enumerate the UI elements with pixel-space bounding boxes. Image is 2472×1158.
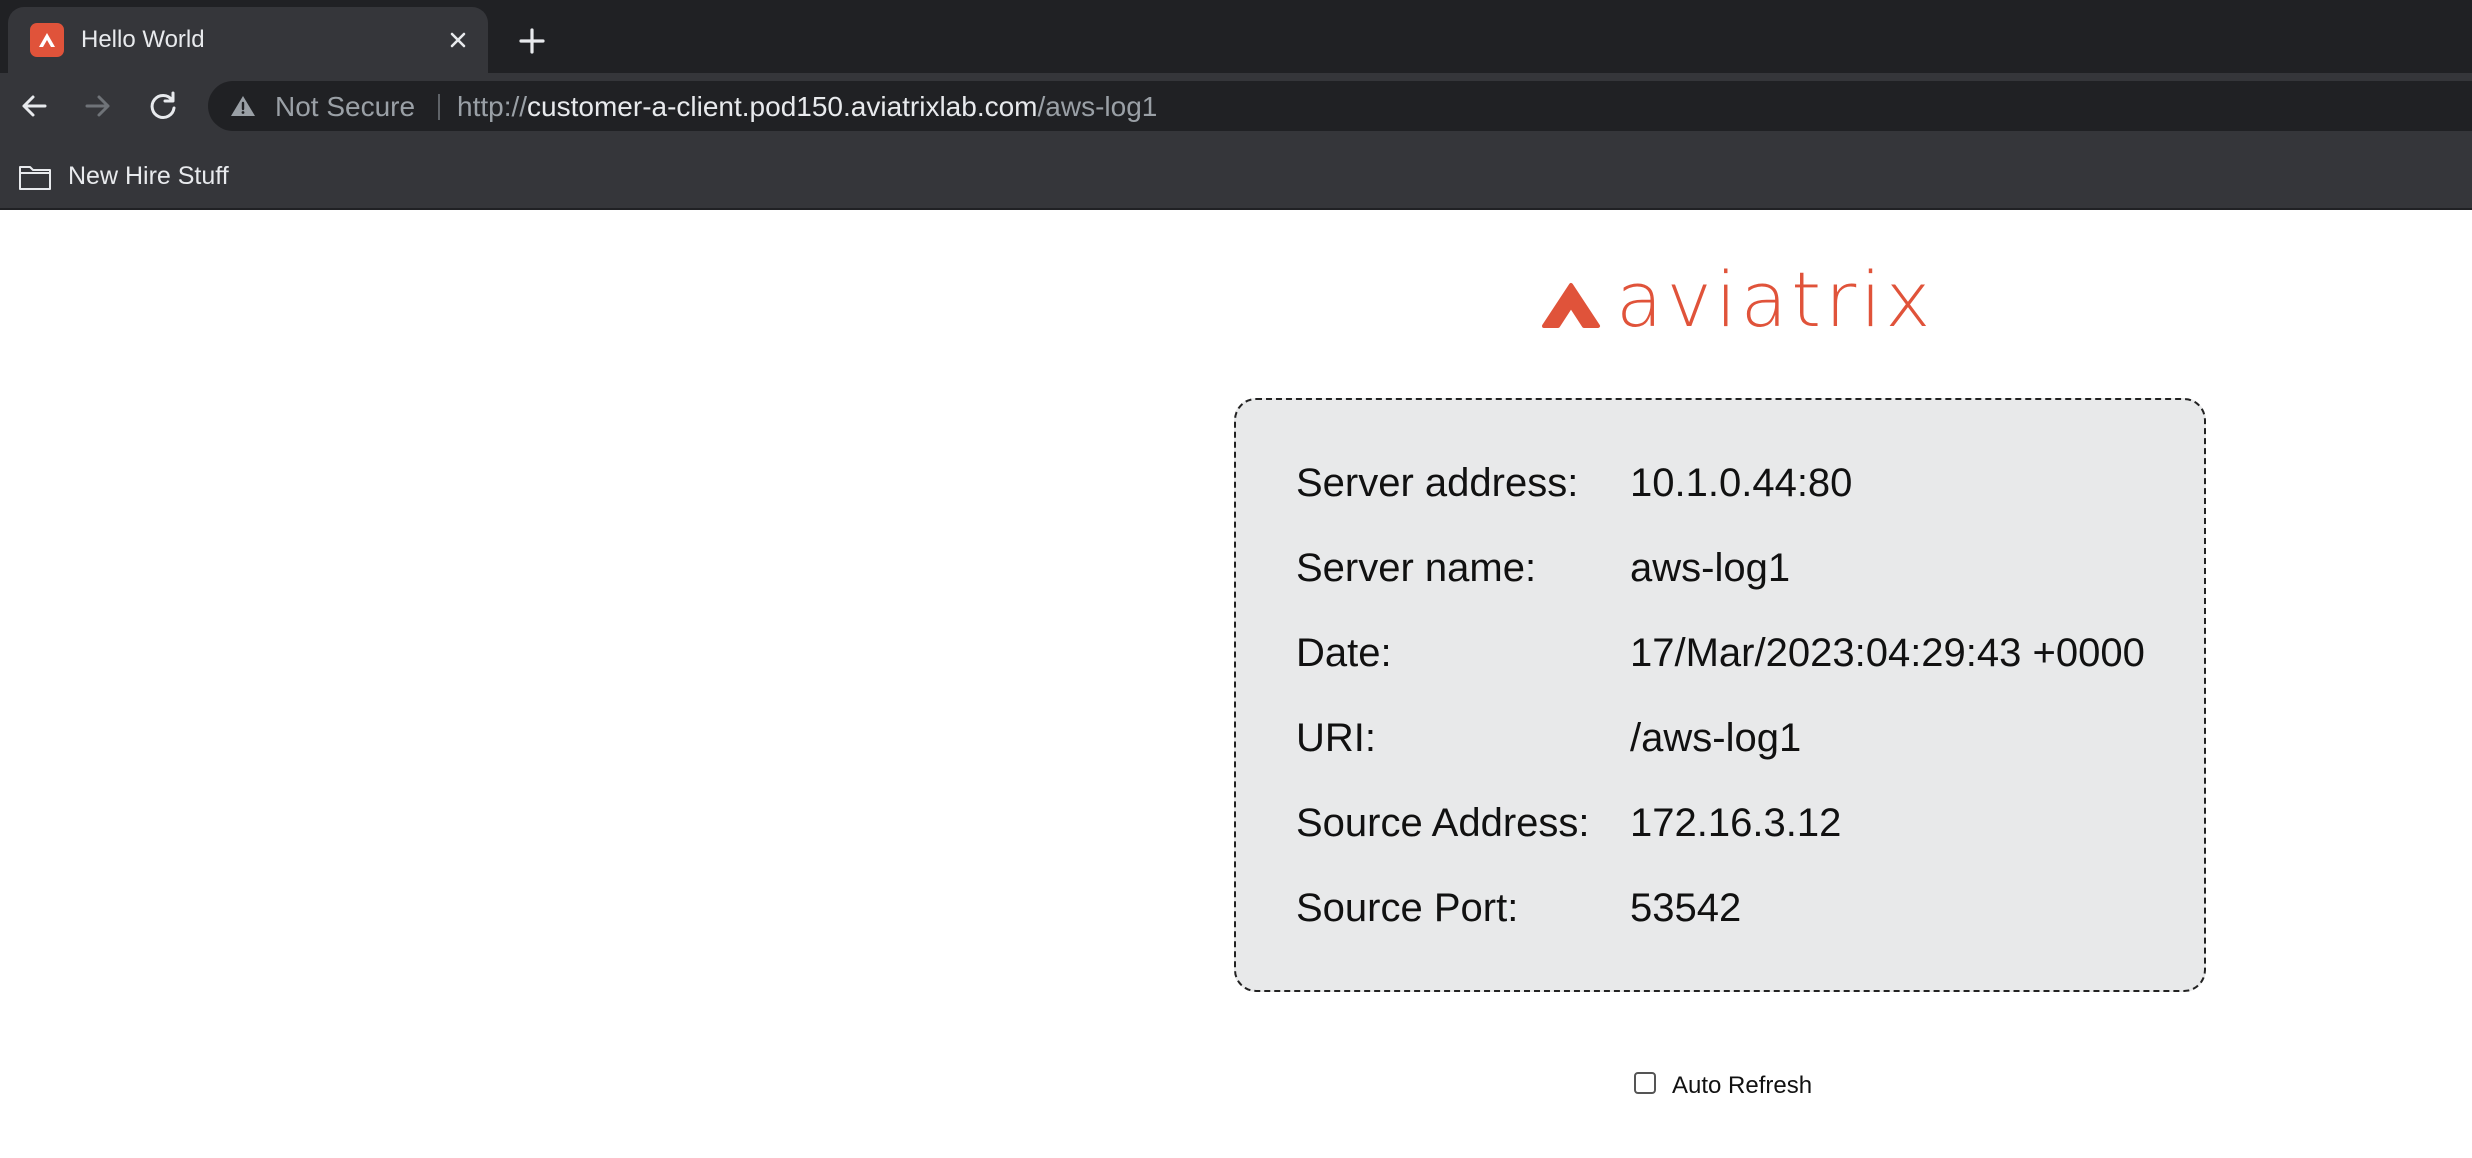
aviatrix-logo-mark-icon xyxy=(1540,282,1602,328)
logo-text: aviatrix xyxy=(1616,255,1935,344)
url-scheme: http:// xyxy=(457,91,528,122)
info-label: Date: xyxy=(1296,631,1392,675)
info-label: Server name: xyxy=(1296,546,1537,590)
url-path: /aws-log1 xyxy=(1037,91,1158,122)
info-value: /aws-log1 xyxy=(1630,716,1802,760)
url-text[interactable]: http://customer-a-client.pod150.aviatrix… xyxy=(457,92,1157,122)
browser-tab[interactable]: Hello World xyxy=(8,7,488,73)
info-value: aws-log1 xyxy=(1630,546,1791,590)
address-divider xyxy=(438,94,440,120)
new-tab-plus-icon[interactable] xyxy=(512,21,552,61)
info-label: URI: xyxy=(1296,716,1376,760)
forward-arrow-icon[interactable] xyxy=(80,88,116,124)
tab-strip: Hello World xyxy=(0,0,2472,73)
info-value: 172.16.3.12 xyxy=(1630,801,1842,845)
bookmark-new-hire-stuff[interactable]: New Hire Stuff xyxy=(68,161,229,191)
security-label[interactable]: Not Secure xyxy=(275,92,415,122)
server-info-box: Server address: 10.1.0.44:80 Server name… xyxy=(1234,398,2206,992)
info-value: 10.1.0.44:80 xyxy=(1630,461,1853,505)
info-label: Source Address: xyxy=(1296,801,1590,845)
browser-toolbar: Not Secure http://customer-a-client.pod1… xyxy=(0,73,2472,139)
auto-refresh-checkbox[interactable] xyxy=(1634,1072,1656,1094)
url-host: customer-a-client.pod150.aviatrixlab.com xyxy=(527,91,1038,122)
info-label: Server address: xyxy=(1296,461,1579,505)
address-bar[interactable]: Not Secure http://customer-a-client.pod1… xyxy=(208,81,2472,131)
back-arrow-icon[interactable] xyxy=(16,88,52,124)
info-value: 17/Mar/2023:04:29:43 +0000 xyxy=(1630,631,2145,675)
aviatrix-favicon-icon xyxy=(30,23,64,57)
warning-triangle-icon[interactable] xyxy=(230,94,256,118)
tab-title: Hello World xyxy=(81,26,205,53)
info-label: Source Port: xyxy=(1296,886,1519,930)
bookmarks-bar: New Hire Stuff xyxy=(0,139,2472,210)
reload-icon[interactable] xyxy=(145,88,181,124)
folder-icon[interactable] xyxy=(18,163,52,191)
info-value: 53542 xyxy=(1630,886,1742,930)
close-tab-icon[interactable] xyxy=(442,24,474,56)
auto-refresh-label[interactable]: Auto Refresh xyxy=(1672,1070,1812,1102)
